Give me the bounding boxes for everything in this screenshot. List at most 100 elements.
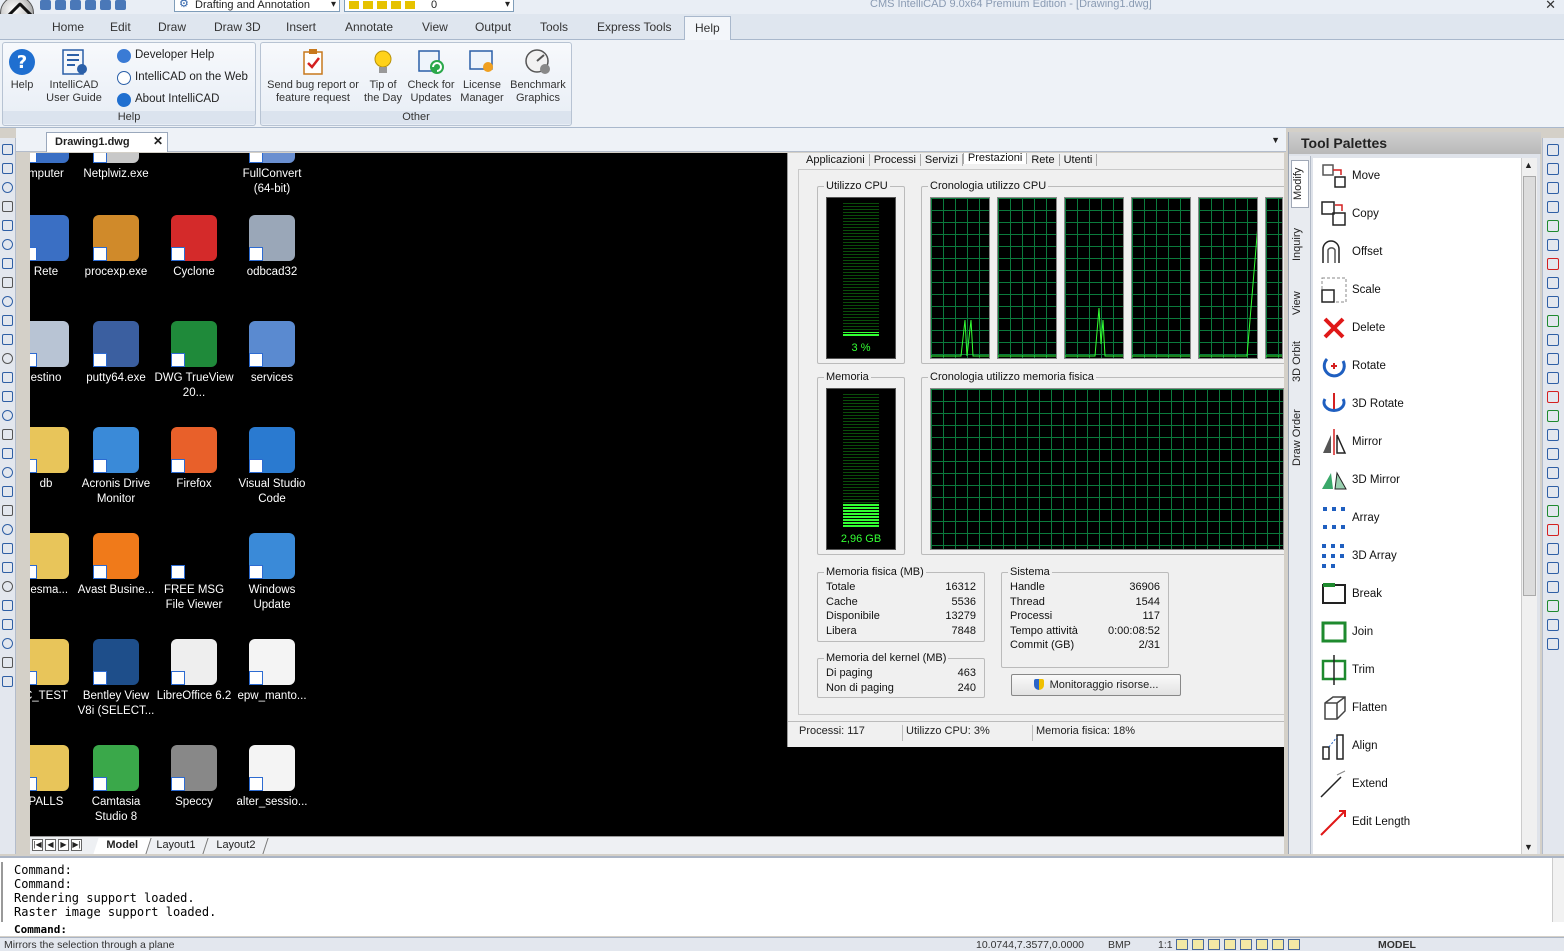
palette-tool-array-3d[interactable]: 3D Array <box>1313 538 1521 576</box>
mtext-icon[interactable] <box>2 543 13 554</box>
match-properties-tool-icon[interactable] <box>1547 543 1559 555</box>
mirror-3d-tool-icon[interactable] <box>1547 296 1559 308</box>
ray-icon[interactable] <box>2 182 13 193</box>
tab-express-tools[interactable]: Express Tools <box>597 20 671 34</box>
break-tool-icon[interactable] <box>1547 353 1559 365</box>
palette-tool-flatten[interactable]: Flatten <box>1313 690 1521 728</box>
palette-tool-move[interactable]: Move <box>1313 158 1521 196</box>
tab-view[interactable]: View <box>422 20 448 34</box>
status-annotation-scale[interactable]: 1:1 <box>1158 939 1173 951</box>
layer-tool-icon[interactable] <box>1547 562 1559 574</box>
command-window-grip[interactable] <box>1 862 9 922</box>
tab-edit[interactable]: Edit <box>110 20 131 34</box>
scroll-thumb[interactable] <box>1523 176 1536 596</box>
point-icon[interactable] <box>2 315 13 326</box>
palette-tab-view[interactable]: View <box>1291 282 1309 324</box>
refresh-icon[interactable] <box>2 562 13 573</box>
rotate-tool-icon[interactable] <box>1547 239 1559 251</box>
circle-icon[interactable] <box>2 239 13 250</box>
zoom-out-icon[interactable] <box>2 638 13 649</box>
palette-tab-draw-order[interactable]: Draw Order <box>1291 400 1309 476</box>
palette-tool-scale[interactable]: Scale <box>1313 272 1521 310</box>
open-icon[interactable] <box>55 0 66 10</box>
lineweight-icon[interactable] <box>1272 939 1284 950</box>
first-layout-icon[interactable]: |◀ <box>32 839 43 851</box>
check-updates-button[interactable]: Check for Updates <box>405 47 457 105</box>
tool-palettes-title[interactable]: Tool Palettes <box>1289 132 1541 154</box>
palette-tool-mirror-3d[interactable]: 3D Mirror <box>1313 462 1521 500</box>
zoom-icon[interactable] <box>2 600 13 611</box>
license-manager-button[interactable]: License Manager <box>457 47 507 105</box>
layout-tab-layout1[interactable]: Layout1 <box>143 838 209 854</box>
line-icon[interactable] <box>2 144 13 155</box>
palette-tool-align[interactable]: Align <box>1313 728 1521 766</box>
erase-tool-icon[interactable] <box>1547 220 1559 232</box>
window-close-icon[interactable]: ✕ <box>1545 0 1556 13</box>
tab-output[interactable]: Output <box>475 20 511 34</box>
block-icon[interactable] <box>2 486 13 497</box>
tab-annotate[interactable]: Annotate <box>345 20 393 34</box>
edit-text-tool-icon[interactable] <box>1547 505 1559 517</box>
revision-cloud-icon[interactable] <box>2 410 13 421</box>
palette-tool-rotate[interactable]: Rotate <box>1313 348 1521 386</box>
join-tool-icon[interactable] <box>1547 372 1559 384</box>
polyline-icon[interactable] <box>2 163 13 174</box>
multiline-icon[interactable] <box>2 467 13 478</box>
scroll-up-icon[interactable]: ▲ <box>1524 160 1533 170</box>
table-icon[interactable] <box>2 505 13 516</box>
status-space[interactable]: MODEL <box>1378 939 1416 951</box>
extend-tool-icon[interactable] <box>1547 410 1559 422</box>
hatch-icon[interactable] <box>2 353 13 364</box>
trim-tool-icon[interactable] <box>1547 391 1559 403</box>
region-icon[interactable] <box>2 391 13 402</box>
text-icon[interactable] <box>2 524 13 535</box>
benchmark-button[interactable]: Benchmark Graphics <box>507 47 569 105</box>
user-guide-button[interactable]: IntelliCAD User Guide <box>43 47 105 105</box>
status-mode[interactable]: BMP <box>1108 939 1131 951</box>
layout-tab-model[interactable]: Model <box>93 838 152 854</box>
pan-icon[interactable] <box>2 581 13 592</box>
donut-icon[interactable] <box>2 429 13 440</box>
palette-tab-3d-orbit[interactable]: 3D Orbit <box>1291 332 1309 392</box>
layout-tab-layout2[interactable]: Layout2 <box>203 838 269 854</box>
close-document-icon[interactable]: ✕ <box>153 134 163 148</box>
esnap-icon[interactable] <box>1240 939 1252 950</box>
palette-tool-offset[interactable]: Offset <box>1313 234 1521 272</box>
ungroup-tool-icon[interactable] <box>1547 600 1559 612</box>
flatten-tool-icon[interactable] <box>1547 638 1559 650</box>
undo-icon[interactable] <box>100 0 111 10</box>
redo-icon[interactable] <box>115 0 126 10</box>
print-icon[interactable] <box>85 0 96 10</box>
help-button[interactable]: ? Help <box>7 47 37 92</box>
tab-list-dropdown-icon[interactable]: ▼ <box>1271 135 1280 145</box>
wipeout-icon[interactable] <box>2 448 13 459</box>
zoom-in-icon[interactable] <box>2 619 13 630</box>
grid-icon[interactable] <box>1192 939 1204 950</box>
next-layout-icon[interactable]: ▶ <box>58 839 69 851</box>
document-tab[interactable]: Drawing1.dwg ✕ <box>46 132 168 152</box>
ortho-icon[interactable] <box>1208 939 1220 950</box>
move-tool-icon[interactable] <box>1547 201 1559 213</box>
last-layout-icon[interactable]: ▶| <box>71 839 82 851</box>
array-3d-tool-icon[interactable] <box>1547 334 1559 346</box>
prev-layout-icon[interactable]: ◀ <box>45 839 56 851</box>
mirror-tool-icon[interactable] <box>1547 277 1559 289</box>
tab-draw[interactable]: Draw <box>158 20 186 34</box>
palette-tab-inquiry[interactable]: Inquiry <box>1291 214 1309 274</box>
stretch-tool-icon[interactable] <box>1547 429 1559 441</box>
save-icon[interactable] <box>70 0 81 10</box>
palette-tool-join[interactable]: Join <box>1313 614 1521 652</box>
offset-tool-icon[interactable] <box>1547 163 1559 175</box>
tab-insert[interactable]: Insert <box>286 20 316 34</box>
new-icon[interactable] <box>40 0 51 10</box>
bug-report-button[interactable]: Send bug report or feature request <box>265 47 361 105</box>
polygon-icon[interactable] <box>2 372 13 383</box>
tip-of-day-button[interactable]: Tip of the Day <box>363 47 403 105</box>
copy-tool-icon[interactable] <box>1547 144 1559 156</box>
snap-icon[interactable] <box>1176 939 1188 950</box>
explode-tool-icon[interactable] <box>1547 486 1559 498</box>
zoom-extents-icon[interactable] <box>2 676 13 687</box>
layer-select[interactable]: 0 <box>344 0 514 12</box>
rotate-3d-tool-icon[interactable] <box>1547 258 1559 270</box>
tab-tools[interactable]: Tools <box>540 20 568 34</box>
